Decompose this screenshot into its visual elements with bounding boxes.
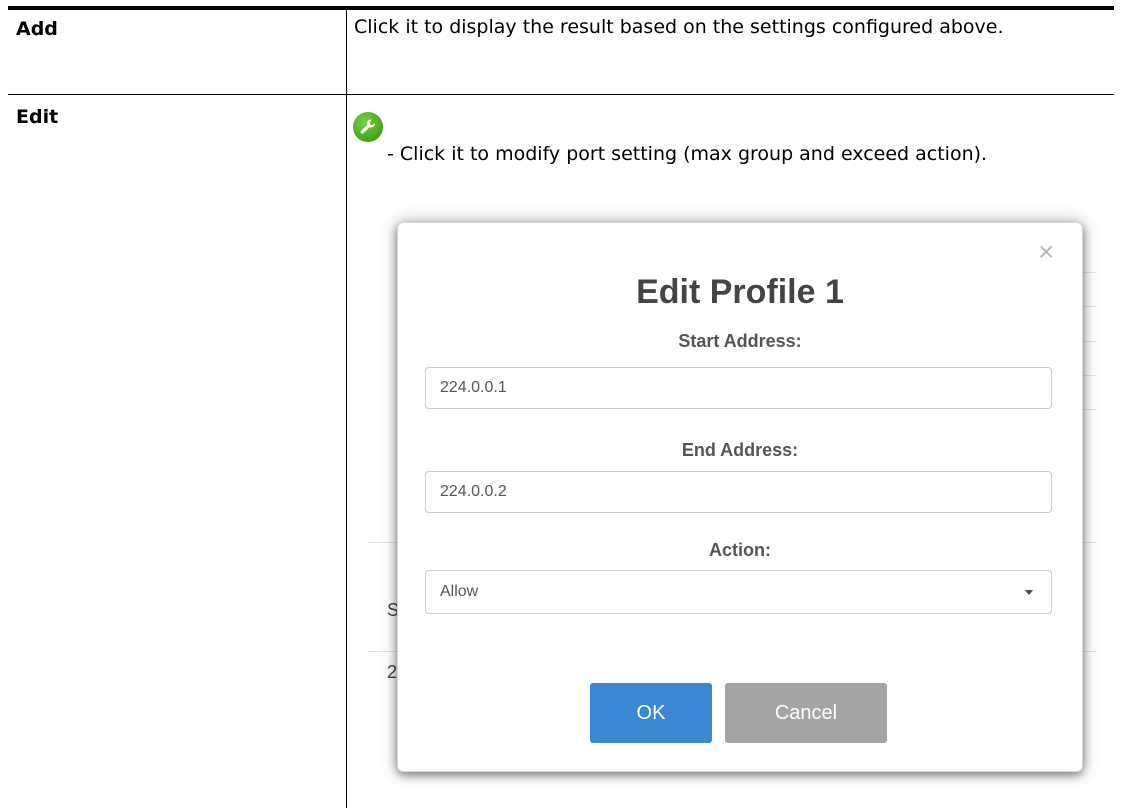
term-edit: Edit — [16, 106, 59, 128]
edit-profile-dialog: × Edit Profile 1 Start Address: 224.0.0.… — [397, 222, 1083, 772]
start-address-input[interactable]: 224.0.0.1 — [425, 367, 1052, 409]
start-address-label: Start Address: — [678, 331, 802, 351]
chevron-down-icon — [1025, 590, 1033, 595]
row-divider — [8, 94, 1114, 95]
end-address-input[interactable]: 224.0.0.2 — [425, 471, 1052, 513]
column-divider — [346, 10, 347, 808]
cancel-button[interactable]: Cancel — [725, 683, 887, 743]
end-address-label: End Address: — [681, 440, 799, 460]
ok-button[interactable]: OK — [590, 683, 712, 743]
wrench-icon — [353, 112, 383, 142]
table-top-rule — [8, 6, 1114, 10]
action-selected-value: Allow — [440, 583, 479, 600]
dialog-title: Edit Profile 1 — [636, 273, 844, 311]
description-edit: - Click it to modify port setting (max g… — [387, 143, 988, 165]
action-label: Action: — [709, 540, 771, 560]
close-icon[interactable]: × — [1038, 237, 1054, 267]
bg-text-fragment: 2 — [387, 662, 398, 682]
action-select[interactable]: Allow — [425, 570, 1052, 614]
term-add: Add — [16, 18, 58, 40]
description-add: Click it to display the result based on … — [354, 16, 1004, 38]
